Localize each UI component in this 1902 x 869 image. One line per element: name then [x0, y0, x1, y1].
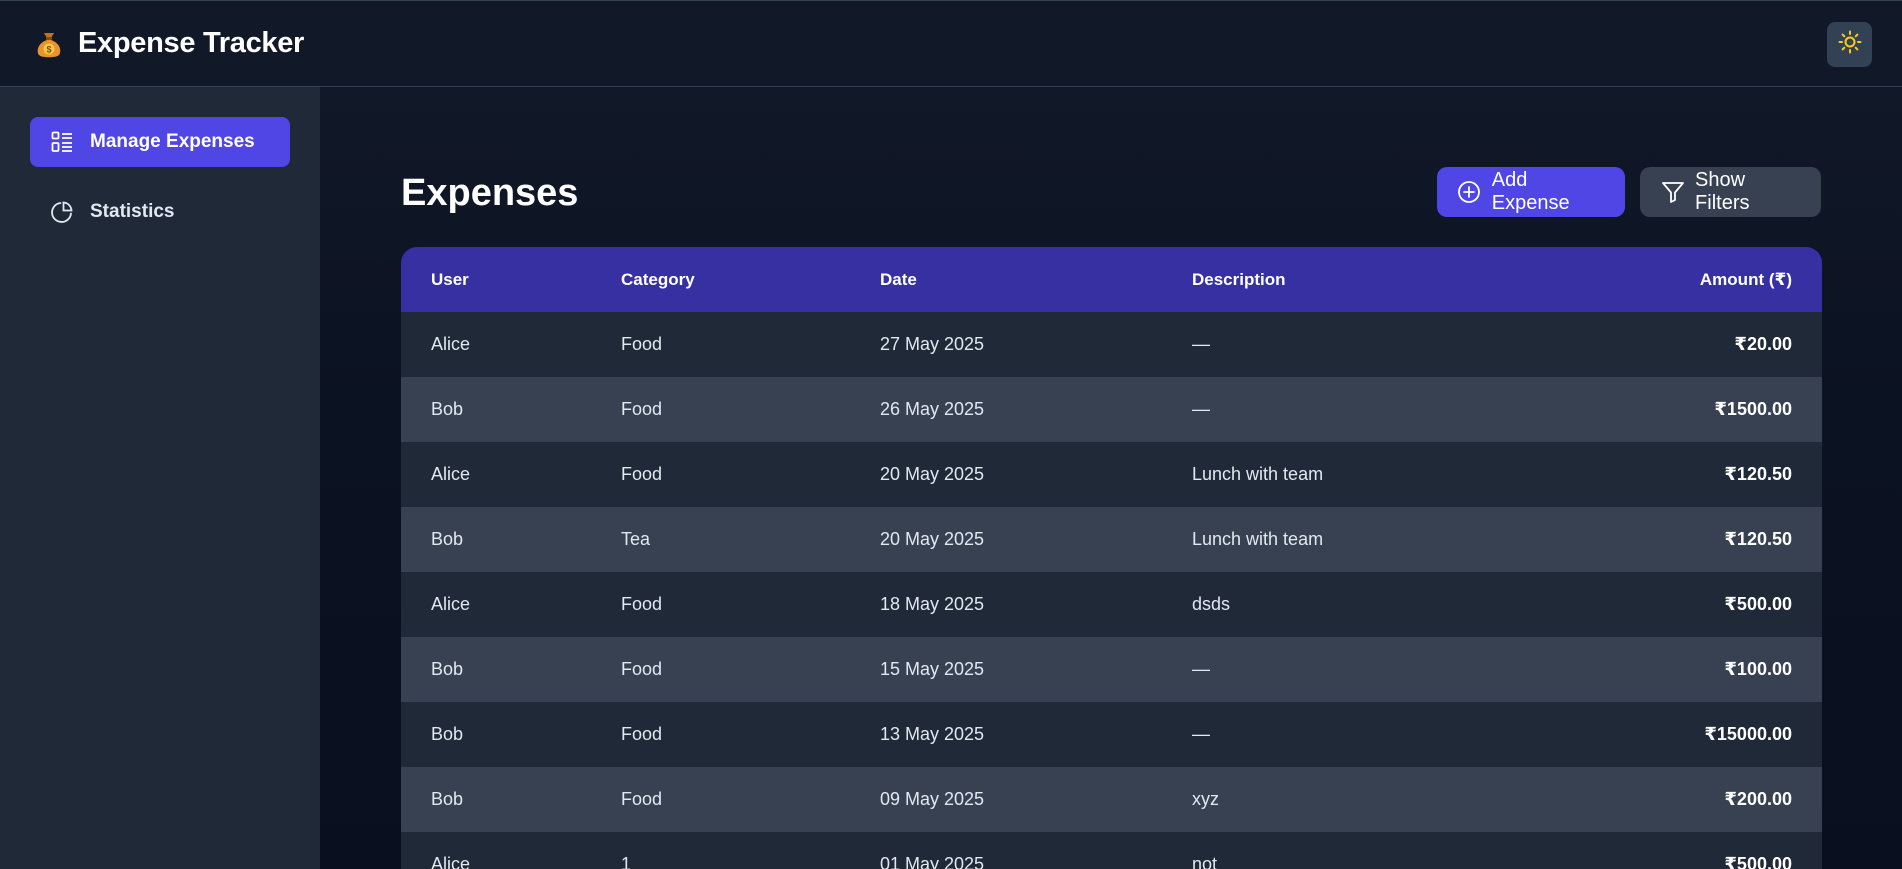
cell-category: Food	[621, 399, 663, 419]
cell-category: Food	[621, 594, 663, 614]
table-row[interactable]: Alice 1 01 May 2025 not ₹500.00	[401, 832, 1822, 869]
cell-category: 1	[621, 854, 632, 869]
cell-category: Food	[621, 464, 663, 484]
cell-description: Lunch with team	[1192, 464, 1324, 484]
sidebar-item-label: Statistics	[90, 201, 175, 222]
top-header: $ Expense Tracker	[0, 0, 1902, 87]
cell-description: —	[1192, 399, 1210, 419]
table-row[interactable]: Bob Tea 20 May 2025 Lunch with team ₹120…	[401, 507, 1822, 572]
cell-date: 13 May 2025	[880, 724, 985, 744]
money-bag-icon: $	[34, 29, 64, 59]
theme-toggle-button[interactable]	[1827, 22, 1872, 67]
cell-amount: ₹15000.00	[1704, 724, 1792, 744]
cell-date: 09 May 2025	[880, 789, 985, 809]
cell-user: Alice	[431, 464, 471, 484]
sidebar: Manage Expenses Statistics	[0, 87, 320, 869]
cell-amount: ₹120.50	[1724, 529, 1792, 549]
cell-date: 20 May 2025	[880, 464, 985, 484]
column-header-amount[interactable]: Amount (₹)	[1592, 247, 1822, 312]
cell-date: 15 May 2025	[880, 659, 985, 679]
cell-category: Food	[621, 789, 663, 809]
table-row[interactable]: Bob Food 26 May 2025 — ₹1500.00	[401, 377, 1822, 442]
sidebar-item-label: Manage Expenses	[90, 131, 255, 152]
cell-user: Bob	[431, 529, 464, 549]
cell-category: Food	[621, 334, 663, 354]
column-header-description[interactable]: Description	[1192, 247, 1592, 312]
svg-text:$: $	[46, 44, 51, 54]
expenses-table: User Category Date Description Amount (₹…	[401, 247, 1822, 869]
cell-category: Food	[621, 724, 663, 744]
cell-user: Alice	[431, 594, 471, 614]
cell-date: 26 May 2025	[880, 399, 985, 419]
cell-description: Lunch with team	[1192, 529, 1324, 549]
list-icon	[50, 130, 74, 154]
cell-date: 01 May 2025	[880, 854, 985, 869]
app-title: Expense Tracker	[78, 27, 305, 59]
table-row[interactable]: Alice Food 27 May 2025 — ₹20.00	[401, 312, 1822, 377]
cell-amount: ₹500.00	[1724, 594, 1792, 614]
cell-date: 18 May 2025	[880, 594, 985, 614]
cell-amount: ₹1500.00	[1714, 399, 1792, 419]
cell-user: Bob	[431, 399, 464, 419]
plus-circle-icon	[1457, 179, 1482, 205]
cell-user: Alice	[431, 334, 471, 354]
cell-user: Bob	[431, 659, 464, 679]
cell-description: not	[1192, 854, 1218, 869]
page-title: Expenses	[401, 172, 579, 214]
table-row[interactable]: Alice Food 20 May 2025 Lunch with team ₹…	[401, 442, 1822, 507]
cell-date: 20 May 2025	[880, 529, 985, 549]
cell-user: Alice	[431, 854, 471, 869]
table-row[interactable]: Alice Food 18 May 2025 dsds ₹500.00	[401, 572, 1822, 637]
table-row[interactable]: Bob Food 13 May 2025 — ₹15000.00	[401, 702, 1822, 767]
cell-description: —	[1192, 334, 1210, 354]
column-header-date[interactable]: Date	[880, 247, 1192, 312]
table-row[interactable]: Bob Food 15 May 2025 — ₹100.00	[401, 637, 1822, 702]
cell-category: Tea	[621, 529, 651, 549]
cell-amount: ₹200.00	[1724, 789, 1792, 809]
column-header-category[interactable]: Category	[621, 247, 880, 312]
cell-description: —	[1192, 724, 1210, 744]
table-row[interactable]: Bob Food 09 May 2025 xyz ₹200.00	[401, 767, 1822, 832]
cell-user: Bob	[431, 724, 464, 744]
add-expense-label: Add Expense	[1491, 169, 1570, 214]
app-root: $ Expense Tracker Manage Expenses Statis…	[0, 0, 1902, 869]
cell-description: —	[1192, 659, 1210, 679]
cell-description: dsds	[1192, 594, 1231, 614]
sun-icon	[1838, 30, 1862, 59]
cell-description: xyz	[1192, 789, 1219, 809]
show-filters-label: Show Filters	[1695, 169, 1750, 214]
cell-amount: ₹120.50	[1724, 464, 1792, 484]
column-header-user[interactable]: User	[401, 247, 621, 312]
sidebar-item-statistics[interactable]: Statistics	[30, 187, 290, 237]
show-filters-button[interactable]: Show Filters	[1640, 167, 1821, 217]
cell-amount: ₹100.00	[1724, 659, 1792, 679]
pie-chart-icon	[50, 200, 74, 224]
filter-icon	[1660, 179, 1685, 205]
sidebar-item-manage-expenses[interactable]: Manage Expenses	[30, 117, 290, 167]
cell-category: Food	[621, 659, 663, 679]
cell-amount: ₹500.00	[1724, 854, 1792, 869]
main-content: Expenses Add Expense Show Filters User C…	[320, 87, 1902, 869]
cell-user: Bob	[431, 789, 464, 809]
add-expense-button[interactable]: Add Expense	[1437, 167, 1625, 217]
cell-amount: ₹20.00	[1734, 334, 1792, 354]
table-header-row: User Category Date Description Amount (₹…	[401, 247, 1822, 312]
cell-date: 27 May 2025	[880, 334, 985, 354]
